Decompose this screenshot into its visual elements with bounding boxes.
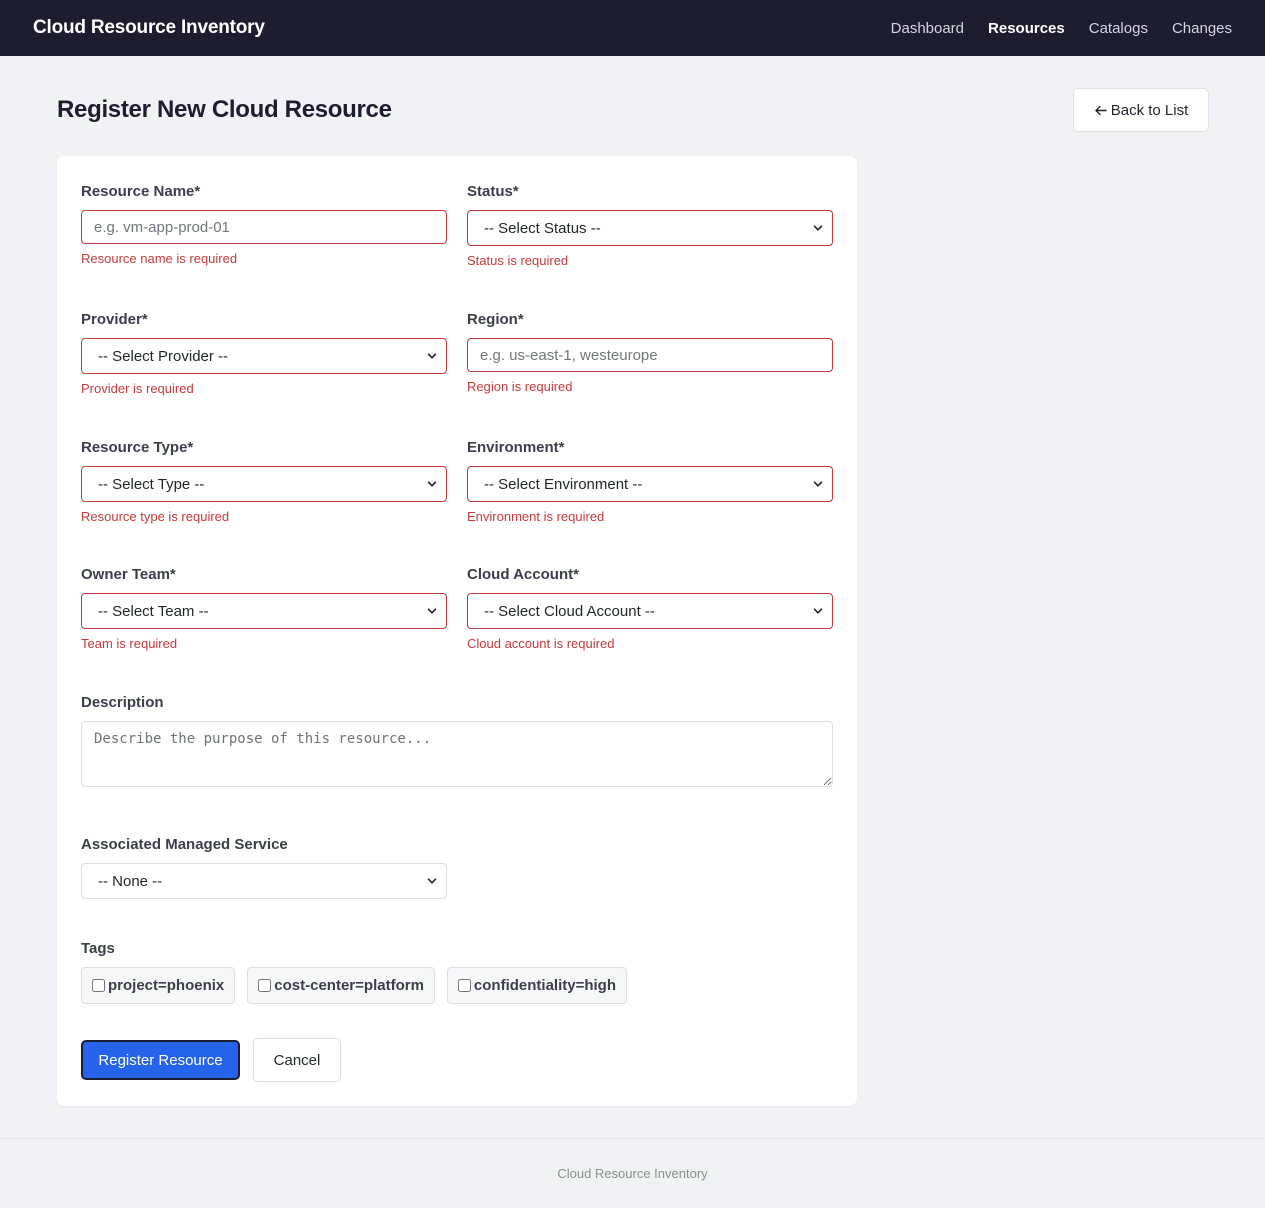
nav-link-resources[interactable]: Resources — [988, 20, 1065, 37]
cloud-account-error: Cloud account is required — [467, 636, 615, 651]
tag-option-project[interactable]: project=phoenix — [81, 967, 236, 1004]
app-title[interactable]: Cloud Resource Inventory — [33, 17, 265, 39]
provider-group: Provider* -- Select Provider -- Provider… — [81, 311, 447, 396]
resource-type-error: Resource type is required — [81, 509, 230, 524]
nav-link-changes[interactable]: Changes — [1172, 20, 1232, 37]
status-select[interactable]: -- Select Status -- — [467, 210, 833, 246]
resource-name-error: Resource name is required — [81, 251, 238, 266]
tags-label: Tags — [81, 940, 115, 957]
managed-service-select[interactable]: -- None -- — [81, 863, 447, 899]
region-input[interactable] — [467, 338, 833, 372]
chevron-down-icon — [427, 878, 437, 884]
tag-option-label: cost-center=platform — [274, 977, 424, 994]
back-to-list-button[interactable]: Back to List — [1073, 88, 1209, 132]
environment-select-value: -- Select Environment -- — [484, 475, 643, 493]
owner-team-error: Team is required — [81, 636, 178, 651]
back-to-list-label: Back to List — [1110, 101, 1189, 119]
owner-team-label: Owner Team* — [81, 566, 176, 583]
status-error: Status is required — [467, 253, 569, 268]
register-resource-form: Resource Name* Resource name is required… — [57, 156, 857, 1106]
tag-option-cost-center[interactable]: cost-center=platform — [247, 967, 435, 1004]
tag-option-confidentiality[interactable]: confidentiality=high — [446, 967, 627, 1004]
resource-type-select-value: -- Select Type -- — [98, 475, 205, 493]
nav-link-catalogs[interactable]: Catalogs — [1089, 20, 1148, 37]
tag-checkbox-confidentiality[interactable] — [457, 979, 471, 992]
tag-checkbox-project[interactable] — [92, 979, 105, 992]
page-title: Register New Cloud Resource — [57, 96, 392, 123]
provider-error: Provider is required — [81, 381, 194, 396]
cloud-account-select-value: -- Select Cloud Account -- — [484, 602, 655, 620]
region-label: Region* — [467, 311, 524, 328]
managed-service-select-value: -- None -- — [98, 872, 163, 890]
chevron-down-icon — [427, 608, 437, 614]
owner-team-group: Owner Team* -- Select Team -- Team is re… — [81, 566, 447, 651]
status-label: Status* — [467, 183, 519, 200]
tag-option-label: project=phoenix — [108, 977, 225, 994]
top-navbar: Cloud Resource Inventory Dashboard Resou… — [0, 0, 1265, 56]
owner-team-select[interactable]: -- Select Team -- — [81, 593, 447, 629]
managed-service-label: Associated Managed Service — [81, 836, 288, 853]
resource-name-label: Resource Name* — [81, 183, 201, 200]
owner-team-select-value: -- Select Team -- — [98, 602, 209, 620]
environment-label: Environment* — [467, 439, 565, 456]
resource-name-input[interactable] — [81, 210, 447, 244]
description-textarea[interactable] — [81, 721, 833, 787]
environment-select[interactable]: -- Select Environment -- — [467, 466, 833, 502]
environment-error: Environment is required — [467, 509, 605, 524]
chevron-down-icon — [427, 353, 437, 359]
chevron-down-icon — [813, 225, 823, 231]
resource-type-group: Resource Type* -- Select Type -- Resourc… — [81, 439, 447, 524]
arrow-left-icon — [1094, 104, 1107, 117]
region-error: Region is required — [467, 379, 573, 394]
page-footer: Cloud Resource Inventory — [0, 1138, 1265, 1208]
managed-service-group: Associated Managed Service -- None -- — [81, 836, 447, 899]
cloud-account-select[interactable]: -- Select Cloud Account -- — [467, 593, 833, 629]
chevron-down-icon — [813, 608, 823, 614]
tags-list: project=phoenix cost-center=platform con… — [81, 967, 627, 1004]
description-group: Description — [81, 694, 833, 792]
resource-type-select[interactable]: -- Select Type -- — [81, 466, 447, 502]
cloud-account-group: Cloud Account* -- Select Cloud Account -… — [467, 566, 833, 651]
description-label: Description — [81, 694, 164, 711]
tag-checkbox-cost-center[interactable] — [258, 979, 272, 992]
cancel-button[interactable]: Cancel — [253, 1038, 341, 1082]
cloud-account-label: Cloud Account* — [467, 566, 579, 583]
environment-group: Environment* -- Select Environment -- En… — [467, 439, 833, 524]
chevron-down-icon — [427, 481, 437, 487]
provider-select-value: -- Select Provider -- — [98, 347, 229, 365]
form-actions: Register Resource Cancel — [81, 1038, 341, 1082]
nav-link-dashboard[interactable]: Dashboard — [891, 20, 964, 37]
provider-label: Provider* — [81, 311, 148, 328]
region-group: Region* Region is required — [467, 311, 833, 394]
status-group: Status* -- Select Status -- Status is re… — [467, 183, 833, 268]
status-select-value: -- Select Status -- — [484, 219, 601, 237]
tags-group: Tags project=phoenix cost-center=platfor… — [81, 940, 627, 1004]
resource-type-label: Resource Type* — [81, 439, 194, 456]
resource-name-group: Resource Name* Resource name is required — [81, 183, 447, 266]
provider-select[interactable]: -- Select Provider -- — [81, 338, 447, 374]
chevron-down-icon — [813, 481, 823, 487]
footer-text: Cloud Resource Inventory — [557, 1166, 708, 1181]
register-resource-button[interactable]: Register Resource — [81, 1040, 240, 1080]
tag-option-label: confidentiality=high — [473, 977, 616, 994]
main-nav: Dashboard Resources Catalogs Changes — [891, 20, 1232, 37]
